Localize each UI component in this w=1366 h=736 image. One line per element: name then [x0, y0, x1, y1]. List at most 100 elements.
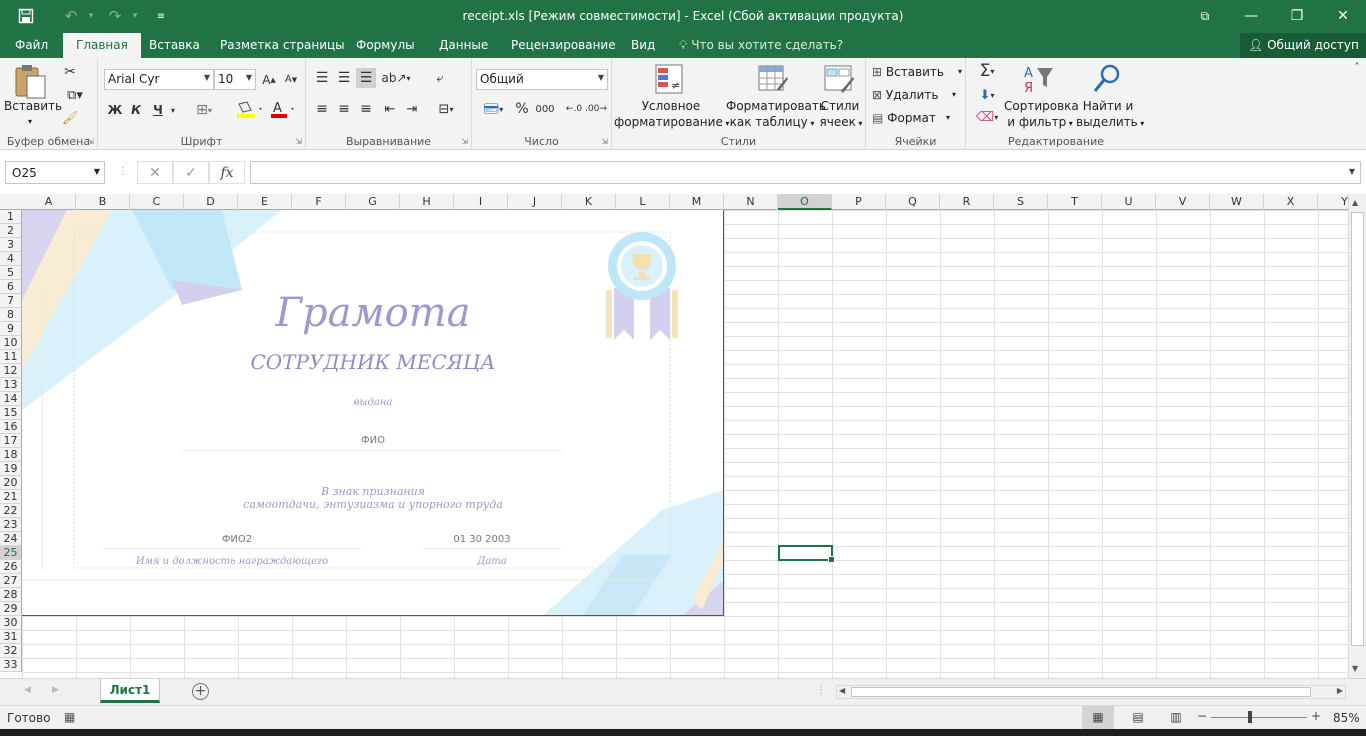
- column-header-N[interactable]: N: [724, 194, 778, 210]
- page-layout-view-icon[interactable]: ▤: [1122, 706, 1154, 729]
- italic-button[interactable]: К: [127, 99, 145, 121]
- column-header-R[interactable]: R: [940, 194, 994, 210]
- row-header-12[interactable]: 12: [0, 364, 22, 378]
- borders-icon[interactable]: ⊞ ▾: [190, 99, 218, 121]
- cancel-entry-button[interactable]: ✕: [137, 161, 173, 184]
- row-header-24[interactable]: 24: [0, 532, 22, 546]
- paste-dropdown-icon[interactable]: ▾: [25, 114, 35, 130]
- share-button[interactable]: 👤︎ Общий доступ: [1240, 33, 1366, 58]
- sheet-tab-list1[interactable]: Лист1: [100, 679, 160, 703]
- column-header-E[interactable]: E: [238, 194, 292, 210]
- cell-styles-icon[interactable]: [822, 62, 856, 96]
- orientation-icon[interactable]: ab↗ ▾: [381, 68, 410, 88]
- currency-icon[interactable]: 💳︎ ▾: [478, 99, 508, 119]
- clear-icon[interactable]: ⌫ ▾: [970, 106, 1004, 128]
- cell-styles-label[interactable]: Стили: [818, 98, 862, 114]
- column-header-H[interactable]: H: [400, 194, 454, 210]
- merge-center-icon[interactable]: ⊟ ▾: [430, 99, 462, 119]
- align-top-icon[interactable]: ☰: [312, 68, 332, 88]
- row-header-28[interactable]: 28: [0, 588, 22, 602]
- decrease-indent-icon[interactable]: ⇤: [380, 99, 400, 119]
- column-header-S[interactable]: S: [994, 194, 1048, 210]
- formula-input[interactable]: ▼: [250, 161, 1361, 184]
- scroll-left-icon[interactable]: ◀: [839, 686, 845, 695]
- format-painter-icon[interactable]: 🖌︎: [60, 108, 80, 128]
- normal-view-icon[interactable]: ▦: [1082, 706, 1114, 729]
- row-header-29[interactable]: 29: [0, 602, 22, 616]
- column-header-C[interactable]: C: [130, 194, 184, 210]
- column-header-M[interactable]: M: [670, 194, 724, 210]
- decrease-font-icon[interactable]: A ▼: [282, 69, 300, 90]
- close-button[interactable]: ✕: [1320, 0, 1366, 32]
- row-header-8[interactable]: 8: [0, 308, 22, 322]
- zoom-in-icon[interactable]: +: [1311, 709, 1321, 723]
- row-header-16[interactable]: 16: [0, 420, 22, 434]
- hscroll-thumb[interactable]: [851, 687, 1311, 697]
- find-select-label[interactable]: Найти и: [1078, 98, 1138, 114]
- row-header-5[interactable]: 5: [0, 266, 22, 280]
- align-middle-icon[interactable]: ☰: [334, 68, 354, 88]
- row-header-25[interactable]: 25: [0, 546, 22, 560]
- number-format-select[interactable]: Общий ▼: [476, 69, 608, 90]
- tab-data[interactable]: Данные: [439, 33, 488, 58]
- prev-sheet-icon[interactable]: ◀: [24, 685, 31, 695]
- confirm-entry-button[interactable]: ✓: [173, 161, 209, 184]
- font-color-icon[interactable]: A: [268, 99, 300, 121]
- underline-button[interactable]: Ч: [149, 99, 167, 121]
- sort-filter-label2[interactable]: и фильтр ▾: [1004, 114, 1076, 132]
- row-header-1[interactable]: 1: [0, 210, 22, 224]
- row-header-11[interactable]: 11: [0, 350, 22, 364]
- column-header-O[interactable]: O: [778, 194, 832, 210]
- font-launcher-icon[interactable]: ⇲: [295, 137, 302, 146]
- restore-button[interactable]: ❐: [1274, 0, 1320, 32]
- sort-filter-icon[interactable]: AЯ: [1022, 62, 1056, 96]
- column-header-T[interactable]: T: [1048, 194, 1102, 210]
- find-select-icon[interactable]: [1090, 62, 1124, 96]
- format-cells-button[interactable]: ▤ Формат ▾: [872, 110, 952, 126]
- tab-view[interactable]: Вид: [631, 33, 655, 58]
- column-header-G[interactable]: G: [346, 194, 400, 210]
- row-header-6[interactable]: 6: [0, 280, 22, 294]
- row-header-21[interactable]: 21: [0, 490, 22, 504]
- tab-file[interactable]: Файл: [15, 33, 48, 58]
- delete-cells-button[interactable]: ⊠ Удалить ▾: [872, 87, 958, 103]
- ribbon-display-options-button[interactable]: ⧉: [1182, 0, 1228, 32]
- conditional-formatting-label[interactable]: Условное: [616, 98, 726, 114]
- column-header-F[interactable]: F: [292, 194, 346, 210]
- conditional-formatting-label2[interactable]: форматирование ▾: [614, 114, 729, 132]
- column-header-A[interactable]: A: [22, 194, 76, 210]
- tab-home[interactable]: Главная: [63, 33, 141, 58]
- row-header-2[interactable]: 2: [0, 224, 22, 238]
- bold-button[interactable]: Ж: [106, 99, 124, 121]
- scroll-up-icon[interactable]: ▲: [1352, 198, 1358, 207]
- row-header-20[interactable]: 20: [0, 476, 22, 490]
- format-as-table-icon[interactable]: [756, 62, 790, 96]
- wrap-text-icon[interactable]: ⤶: [428, 68, 452, 88]
- row-header-4[interactable]: 4: [0, 252, 22, 266]
- insert-cells-button[interactable]: ⊞ Вставить ▾: [872, 64, 964, 80]
- alignment-launcher-icon[interactable]: ⇲: [461, 137, 468, 146]
- horizontal-scrollbar[interactable]: ◀ ▶: [836, 685, 1346, 699]
- align-left-icon[interactable]: ≡: [312, 99, 332, 119]
- row-header-13[interactable]: 13: [0, 378, 22, 392]
- copy-icon[interactable]: ⧉▾: [60, 85, 90, 105]
- column-header-P[interactable]: P: [832, 194, 886, 210]
- percent-button[interactable]: %: [512, 99, 532, 119]
- column-header-K[interactable]: K: [562, 194, 616, 210]
- font-size-select[interactable]: 10 ▼: [214, 69, 256, 90]
- increase-font-icon[interactable]: A ▲: [260, 69, 278, 90]
- font-name-select[interactable]: Arial Cyr ▼: [104, 69, 214, 90]
- column-header-U[interactable]: U: [1102, 194, 1156, 210]
- row-header-22[interactable]: 22: [0, 504, 22, 518]
- minimize-button[interactable]: —: [1228, 0, 1274, 32]
- column-header-L[interactable]: L: [616, 194, 670, 210]
- resize-handle-icon[interactable]: ⋮: [118, 166, 128, 177]
- format-as-table-label[interactable]: Форматировать: [726, 98, 826, 114]
- name-box[interactable]: O25 ▼: [5, 161, 105, 184]
- cell-styles-label2[interactable]: ячеек ▾: [816, 114, 866, 132]
- row-header-9[interactable]: 9: [0, 322, 22, 336]
- tab-split-handle-icon[interactable]: ⋮: [816, 685, 826, 696]
- row-header-10[interactable]: 10: [0, 336, 22, 350]
- paste-button-label[interactable]: Вставить: [4, 98, 62, 114]
- align-right-icon[interactable]: ≡: [356, 99, 376, 119]
